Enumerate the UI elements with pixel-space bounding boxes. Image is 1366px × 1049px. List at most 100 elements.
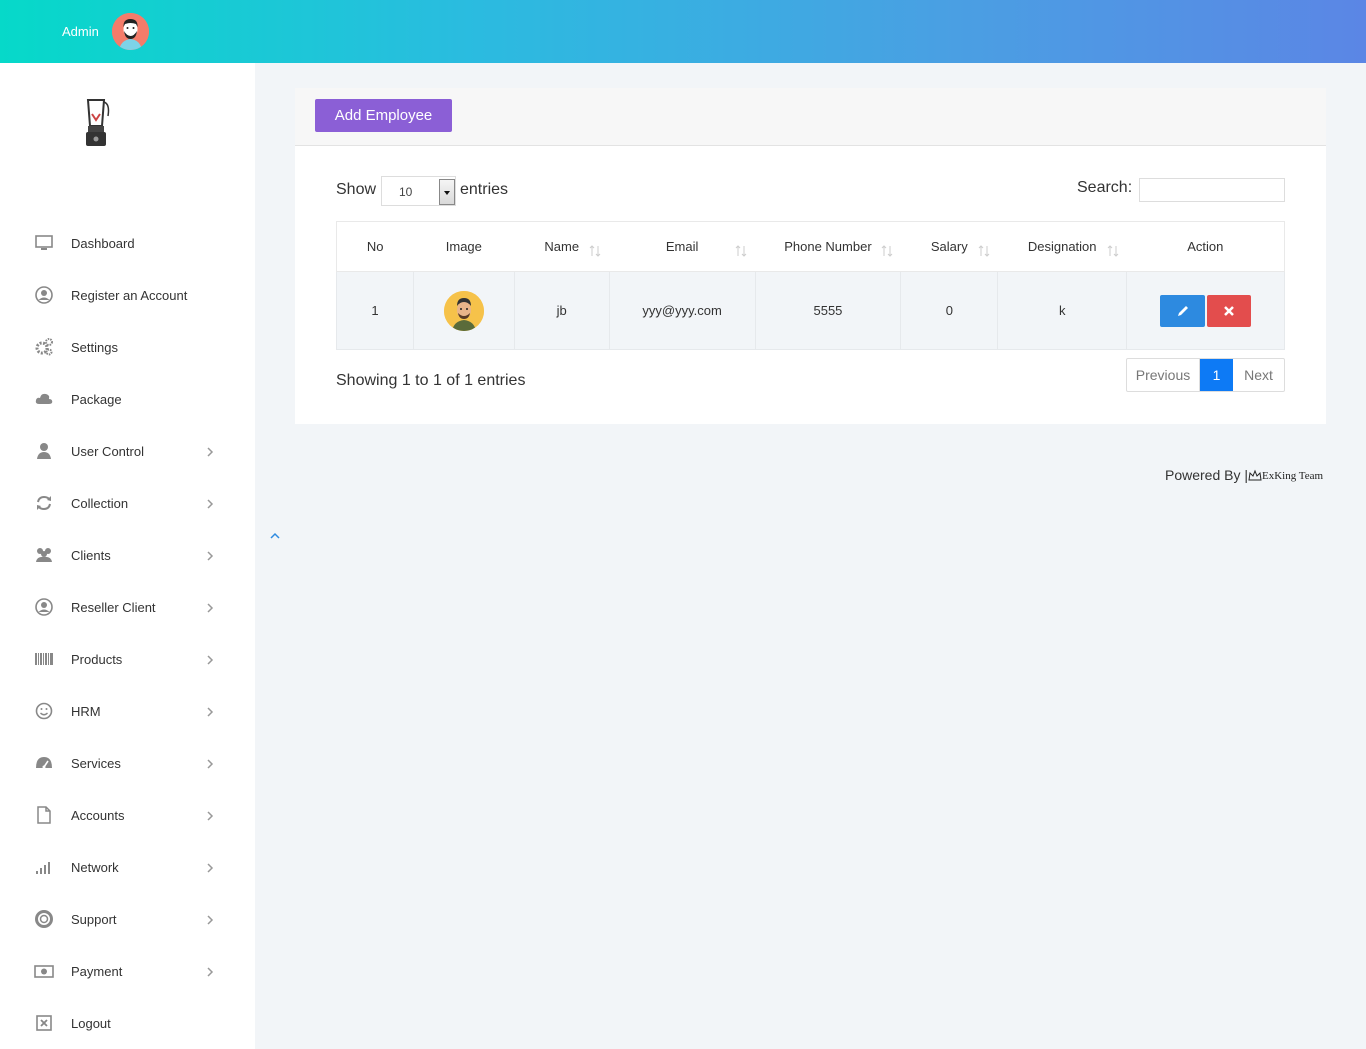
search-input[interactable] bbox=[1139, 178, 1285, 202]
dropdown-arrow-icon[interactable] bbox=[439, 179, 455, 205]
column-label: Phone Number bbox=[784, 239, 872, 254]
column-header-phone[interactable]: Phone Number bbox=[755, 221, 901, 272]
sidebar-item-label: Logout bbox=[71, 1015, 111, 1031]
cell-no: 1 bbox=[336, 271, 414, 350]
next-page-button[interactable]: Next bbox=[1233, 359, 1284, 391]
column-label: Salary bbox=[930, 239, 968, 254]
entries-label: entries bbox=[460, 181, 509, 198]
chevron-right-icon bbox=[205, 497, 215, 509]
monitor-icon bbox=[34, 233, 54, 253]
user-circle-icon bbox=[34, 597, 54, 617]
money-icon bbox=[34, 961, 54, 981]
sidebar-item-reseller-client[interactable]: Reseller Client bbox=[0, 587, 255, 627]
crown-icon bbox=[1248, 469, 1262, 481]
sidebar-item-label: Dashboard bbox=[71, 235, 135, 251]
admin-avatar[interactable] bbox=[112, 13, 149, 50]
previous-page-button[interactable]: Previous bbox=[1127, 359, 1200, 391]
sidebar-item-user-control[interactable]: User Control bbox=[0, 431, 255, 471]
sidebar-item-label: Clients bbox=[71, 547, 111, 563]
employee-table: No Image Name Email Phone Number Salary … bbox=[336, 221, 1285, 350]
sidebar-item-settings[interactable]: Settings bbox=[0, 327, 255, 367]
sidebar-item-register-an-account[interactable]: Register an Account bbox=[0, 275, 255, 315]
chevron-right-icon bbox=[205, 913, 215, 925]
column-label: Email bbox=[665, 239, 699, 254]
sidebar-item-label: Support bbox=[71, 911, 117, 927]
top-bar: Admin bbox=[0, 0, 1366, 63]
sidebar-item-payment[interactable]: Payment bbox=[0, 951, 255, 991]
sidebar-item-label: Network bbox=[71, 859, 119, 875]
sort-icon bbox=[735, 245, 747, 257]
pencil-icon bbox=[1177, 305, 1188, 316]
sidebar-item-label: Products bbox=[71, 651, 123, 667]
column-header-designation[interactable]: Designation bbox=[997, 221, 1127, 272]
sidebar-item-collection[interactable]: Collection bbox=[0, 483, 255, 523]
smile-icon bbox=[34, 701, 54, 721]
life-ring-icon bbox=[34, 909, 54, 929]
sidebar-item-label: Register an Account bbox=[71, 287, 188, 303]
sidebar-item-products[interactable]: Products bbox=[0, 639, 255, 679]
sidebar-item-label: HRM bbox=[71, 703, 101, 719]
page-length-select[interactable]: 10 bbox=[381, 176, 456, 206]
sidebar-item-dashboard[interactable]: Dashboard bbox=[0, 223, 255, 263]
sidebar-item-support[interactable]: Support bbox=[0, 899, 255, 939]
cell-action bbox=[1126, 271, 1285, 350]
chevron-right-icon bbox=[205, 861, 215, 873]
search-label: Search: bbox=[1077, 179, 1133, 196]
table-row: 1 jb yyy@yyy.com 5555 0 k bbox=[336, 271, 1285, 350]
sidebar-item-logout[interactable]: Logout bbox=[0, 1003, 255, 1043]
sort-icon bbox=[881, 245, 893, 257]
powered-by-label: Powered By | bbox=[1165, 467, 1249, 483]
column-header-name[interactable]: Name bbox=[514, 221, 610, 272]
sidebar-item-label: User Control bbox=[71, 443, 144, 459]
cell-designation: k bbox=[997, 271, 1128, 350]
admin-username[interactable]: Admin bbox=[62, 24, 99, 39]
sidebar-item-label: Collection bbox=[71, 495, 129, 511]
sidebar-item-label: Services bbox=[71, 755, 121, 771]
sidebar-item-clients[interactable]: Clients bbox=[0, 535, 255, 575]
column-header-salary[interactable]: Salary bbox=[900, 221, 998, 272]
scroll-up-icon[interactable] bbox=[268, 528, 282, 539]
cloud-icon bbox=[34, 389, 54, 409]
column-label: Action bbox=[1187, 239, 1224, 254]
sidebar-item-label: Package bbox=[71, 391, 122, 407]
refresh-icon bbox=[34, 493, 54, 513]
barcode-icon bbox=[34, 649, 54, 669]
column-label: Designation bbox=[1027, 239, 1097, 254]
signal-icon bbox=[34, 857, 54, 877]
chevron-right-icon bbox=[205, 549, 215, 561]
cell-image bbox=[413, 271, 515, 350]
page-1-button[interactable]: 1 bbox=[1200, 359, 1233, 391]
cell-name: jb bbox=[514, 271, 610, 350]
show-label: Show bbox=[336, 181, 377, 198]
column-header-email[interactable]: Email bbox=[609, 221, 756, 272]
sidebar-item-package[interactable]: Package bbox=[0, 379, 255, 419]
cell-email: yyy@yyy.com bbox=[609, 271, 756, 350]
cell-salary: 0 bbox=[900, 271, 999, 350]
table-info: Showing 1 to 1 of 1 entries bbox=[336, 372, 526, 389]
chevron-right-icon bbox=[205, 653, 215, 665]
users-icon bbox=[34, 545, 54, 565]
edit-button[interactable] bbox=[1160, 294, 1206, 327]
sidebar-item-hrm[interactable]: HRM bbox=[0, 691, 255, 731]
column-label: Image bbox=[445, 239, 482, 254]
chevron-right-icon bbox=[205, 601, 215, 613]
sidebar-item-services[interactable]: Services bbox=[0, 743, 255, 783]
sidebar: Dashboard Register an Account Settings Pack… bbox=[0, 63, 255, 1049]
column-header-no[interactable]: No bbox=[336, 221, 414, 272]
column-header-image[interactable]: Image bbox=[413, 221, 515, 272]
sort-icon bbox=[978, 245, 990, 257]
delete-button[interactable] bbox=[1207, 294, 1252, 327]
sidebar-item-network[interactable]: Network bbox=[0, 847, 255, 887]
sidebar-item-accounts[interactable]: Accounts bbox=[0, 795, 255, 835]
column-label: No bbox=[366, 239, 384, 254]
column-header-action: Action bbox=[1126, 221, 1285, 272]
app-logo[interactable] bbox=[78, 96, 114, 150]
gears-icon bbox=[34, 337, 54, 357]
chevron-right-icon bbox=[205, 445, 215, 457]
sidebar-item-label: Reseller Client bbox=[71, 599, 156, 615]
chevron-right-icon bbox=[205, 705, 215, 717]
user-circle-icon bbox=[34, 285, 54, 305]
add-employee-button[interactable]: Add Employee bbox=[315, 99, 452, 132]
close-box-icon bbox=[34, 1013, 54, 1033]
brand-logo[interactable]: ExKing Team bbox=[1247, 466, 1327, 486]
